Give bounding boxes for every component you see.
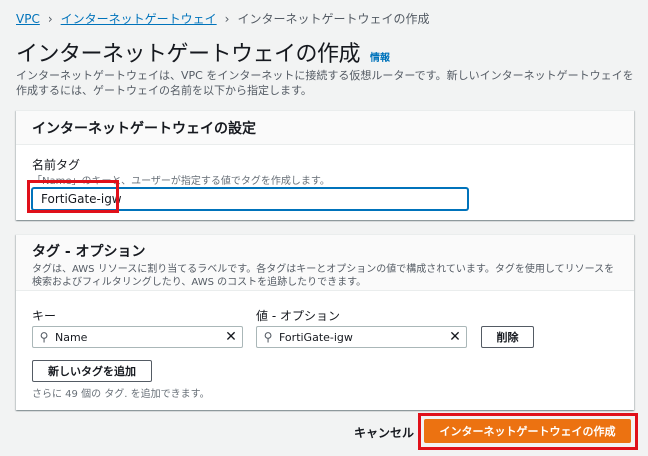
remove-tag-button[interactable]: 削除: [481, 326, 534, 348]
clear-icon[interactable]: ✕: [220, 329, 242, 345]
tag-value-value: FortiGate-igw: [279, 330, 353, 344]
breadcrumb-vpc[interactable]: VPC: [16, 12, 40, 26]
tag-key-value: Name: [55, 330, 88, 344]
chevron-right-icon: ›: [224, 11, 230, 26]
tags-panel-title: タグ - オプション: [32, 244, 146, 260]
tag-value-label: 値 - オプション: [256, 309, 340, 323]
title-row: インターネットゲートウェイの作成 情報: [16, 36, 390, 68]
tags-panel-header: タグ - オプション タグは、AWS リソースに割り当てるラベルです。各タグはキ…: [16, 235, 634, 291]
tag-key-label: キー: [32, 309, 57, 323]
search-icon: ⚲: [39, 330, 49, 344]
tags-panel-description: タグは、AWS リソースに割り当てるラベルです。各タグはキーとオプションの値で構…: [32, 264, 615, 288]
tags-panel: タグ - オプション タグは、AWS リソースに割り当てるラベルです。各タグはキ…: [16, 234, 634, 410]
breadcrumb: VPC › インターネットゲートウェイ › インターネットゲートウェイの作成: [16, 10, 429, 27]
chevron-right-icon: ›: [47, 11, 53, 26]
tag-value-input[interactable]: ⚲ FortiGate-igw ✕: [256, 326, 467, 348]
highlight-box-create-button: [418, 413, 638, 450]
page-description: インターネットゲートウェイは、VPC をインターネットに接続する仮想ルーターです…: [16, 69, 634, 97]
breadcrumb-current: インターネットゲートウェイの作成: [237, 12, 430, 26]
name-tag-label: 名前タグ: [32, 158, 81, 172]
add-tag-button[interactable]: 新しいタグを追加: [32, 360, 152, 382]
settings-panel-header: インターネットゲートウェイの設定: [16, 111, 634, 145]
highlight-box-name-input: [27, 180, 119, 213]
page-title: インターネットゲートウェイの作成: [16, 42, 361, 67]
search-icon: ⚲: [263, 330, 273, 344]
cancel-button[interactable]: キャンセル: [354, 424, 414, 441]
tags-remaining-hint: さらに 49 個の タグ. を追加できます。: [32, 389, 210, 400]
breadcrumb-internet-gateways[interactable]: インターネットゲートウェイ: [61, 10, 217, 27]
tag-key-input[interactable]: ⚲ Name ✕: [32, 326, 243, 348]
info-link[interactable]: 情報: [370, 49, 390, 64]
settings-panel-title: インターネットゲートウェイの設定: [32, 120, 256, 137]
clear-icon[interactable]: ✕: [444, 329, 466, 345]
